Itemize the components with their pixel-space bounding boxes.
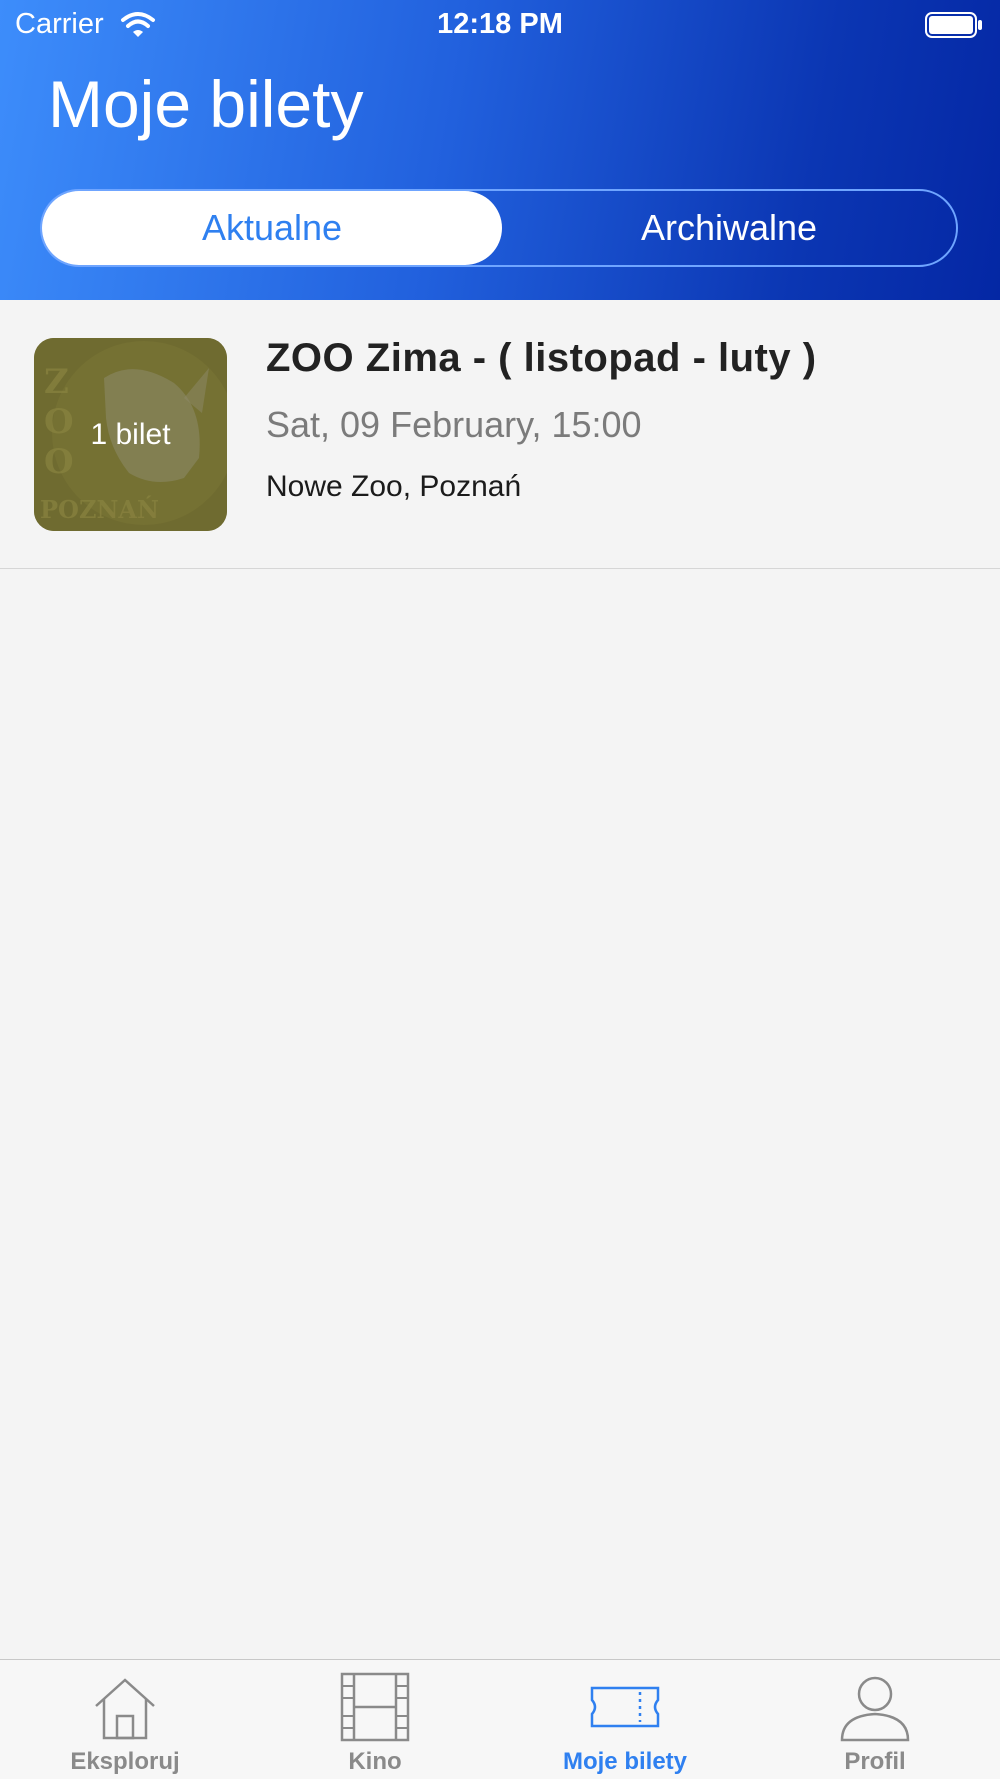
tab-kino[interactable]: Kino (250, 1660, 500, 1779)
film-icon (340, 1672, 410, 1742)
header: Carrier 12:18 PM Moje bilety Aktualne Ar… (0, 0, 1000, 300)
tab-label: Kino (348, 1748, 402, 1775)
event-venue: Nowe Zoo, Poznań (266, 470, 522, 503)
clock: 12:18 PM (437, 8, 563, 40)
ticket-icon (590, 1686, 660, 1728)
segment-aktualne[interactable]: Aktualne (42, 191, 502, 265)
status-bar: Carrier 12:18 PM (0, 0, 1000, 50)
person-icon (840, 1676, 910, 1742)
event-datetime: Sat, 09 February, 15:00 (266, 404, 642, 445)
tab-profil[interactable]: Profil (750, 1660, 1000, 1779)
ticket-thumbnail: Z O O POZNAŃ 1 bilet (34, 338, 227, 531)
battery-icon (925, 12, 982, 38)
event-title: ZOO Zima - ( listopad - luty ) (266, 336, 817, 380)
tab-label: Eksploruj (70, 1748, 180, 1775)
ticket-count-label: 1 bilet (90, 417, 171, 451)
tab-bar: Eksploruj Kino Moje bilety Profil (0, 1659, 1000, 1779)
tab-label: Moje bilety (562, 1748, 688, 1775)
segment-archiwalne[interactable]: Archiwalne (502, 191, 956, 265)
tab-eksploruj[interactable]: Eksploruj (0, 1660, 250, 1779)
segmented-control: Aktualne Archiwalne (40, 189, 958, 267)
house-icon (95, 1678, 155, 1740)
ticket-list-item[interactable]: Z O O POZNAŃ 1 bilet ZOO Zima - ( listop… (0, 300, 1000, 569)
page-title: Moje bilety (48, 67, 364, 141)
tab-moje-bilety[interactable]: Moje bilety (500, 1660, 750, 1779)
tab-label: Profil (844, 1748, 906, 1775)
